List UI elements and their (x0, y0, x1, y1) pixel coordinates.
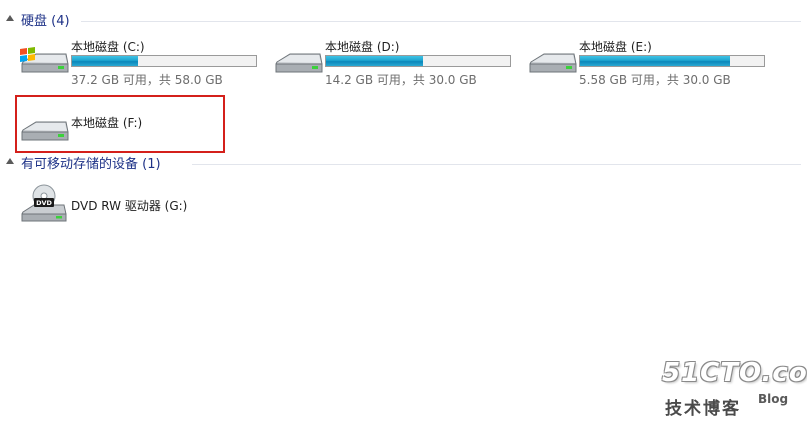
usage-fill (326, 56, 423, 66)
watermark-blog: Blog (758, 392, 789, 406)
usage-bar (325, 55, 511, 67)
drive-name: 本地磁盘 (C:) (71, 40, 145, 54)
section-title: 硬盘 (4) (21, 14, 70, 29)
watermark: 51CTO.com 技术博客 Blog (662, 358, 807, 419)
usage-fill (580, 56, 730, 66)
hard-drive-icon (529, 53, 577, 73)
section-divider (81, 21, 801, 22)
drive-name: DVD RW 驱动器 (G:) (71, 199, 188, 213)
usage-fill (72, 56, 139, 66)
windows-drive-icon (20, 47, 69, 73)
usage-bar (71, 55, 257, 67)
section-divider (192, 164, 801, 165)
collapse-arrow-icon[interactable] (6, 158, 14, 164)
section-title: 有可移动存储的设备 (1) (21, 157, 161, 172)
drive-d[interactable]: 本地磁盘 (D:) 14.2 GB 可用，共 30.0 GB (272, 36, 517, 87)
drive-dvd-g[interactable]: DVD DVD RW 驱动器 (G:) (18, 180, 218, 230)
section-removable-storage[interactable]: 有可移动存储的设备 (1) (6, 153, 801, 173)
section-hard-drives[interactable]: 硬盘 (4) (6, 10, 801, 30)
drive-name: 本地磁盘 (D:) (325, 40, 400, 54)
hard-drive-icon (275, 53, 323, 73)
dvd-drive-icon: DVD (21, 184, 67, 222)
free-space-text: 37.2 GB 可用，共 58.0 GB (71, 73, 223, 87)
free-space-text: 5.58 GB 可用，共 30.0 GB (579, 73, 731, 87)
drive-c[interactable]: 本地磁盘 (C:) 37.2 GB 可用，共 58.0 GB (18, 36, 263, 87)
watermark-site: 51CTO.com (662, 358, 807, 388)
selection-highlight (15, 95, 225, 153)
drive-e[interactable]: 本地磁盘 (E:) 5.58 GB 可用，共 30.0 GB (526, 36, 771, 87)
drive-name: 本地磁盘 (E:) (579, 40, 652, 54)
usage-bar (579, 55, 765, 67)
watermark-cn: 技术博客 (665, 399, 741, 419)
collapse-arrow-icon[interactable] (6, 15, 14, 21)
free-space-text: 14.2 GB 可用，共 30.0 GB (325, 73, 477, 87)
dvd-badge-label: DVD (36, 199, 52, 207)
